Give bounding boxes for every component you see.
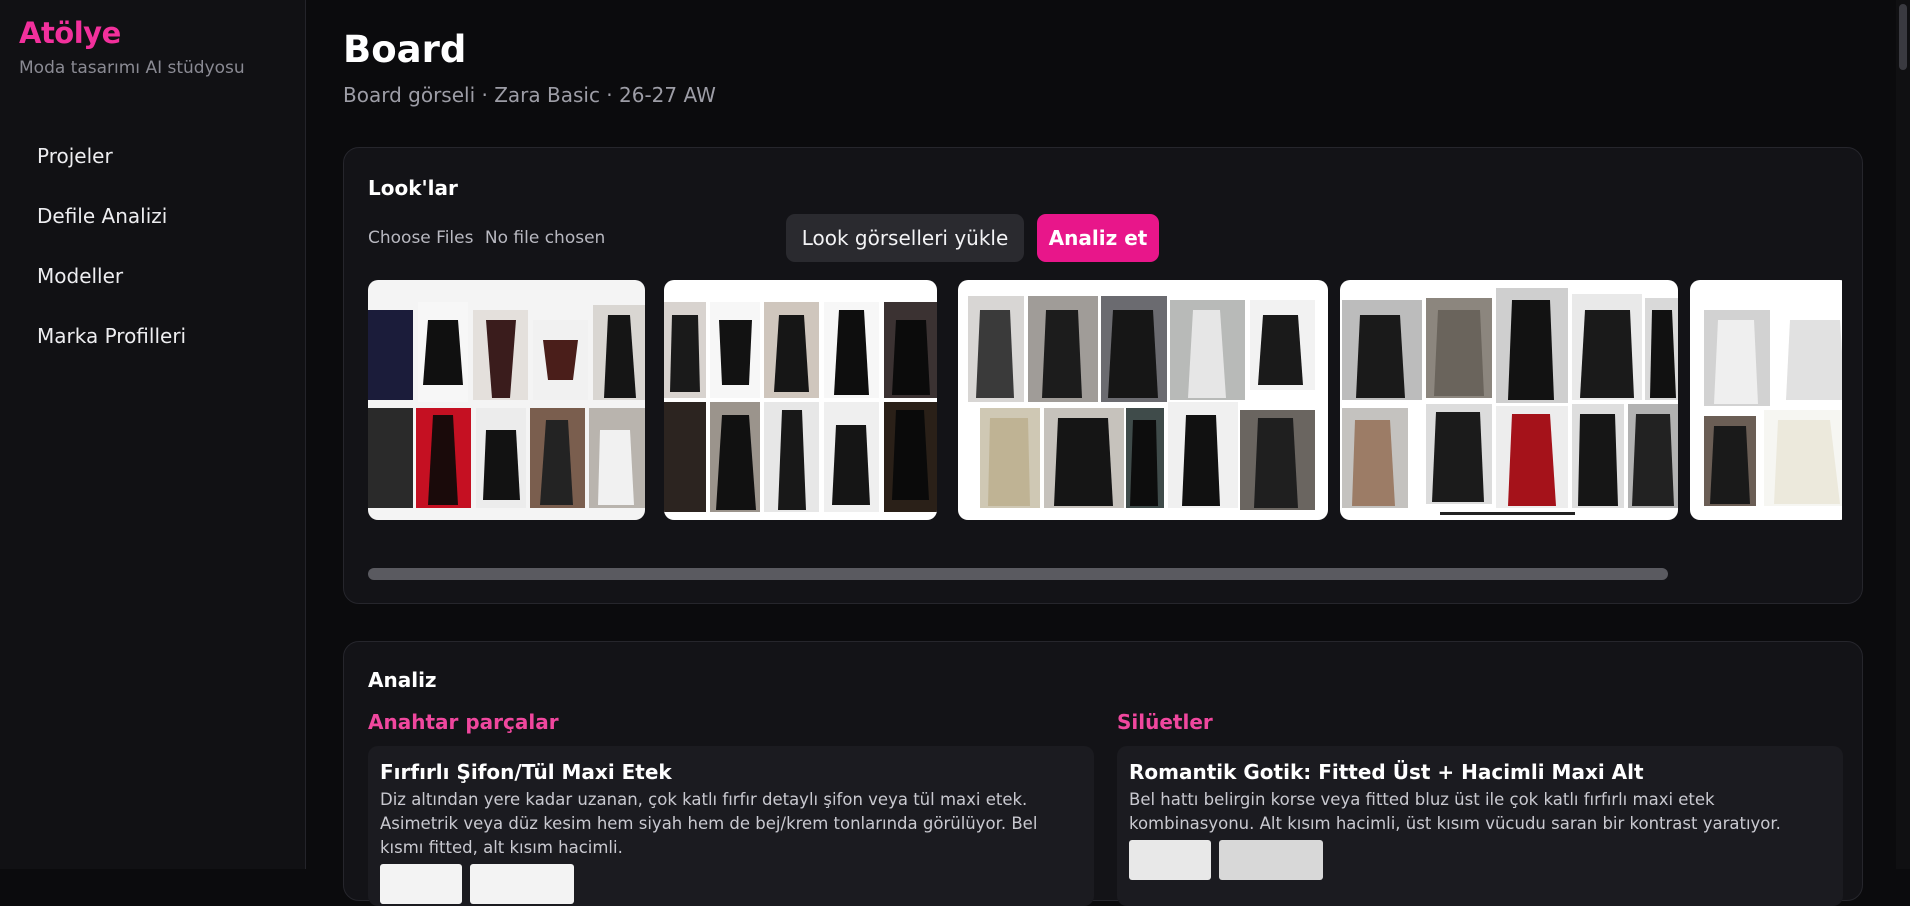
reference-thumbnail[interactable]: [380, 864, 462, 904]
analysis-card: Analiz Anahtar parçalar Fırfırlı Şifon/T…: [343, 641, 1863, 906]
look-thumbnail[interactable]: [664, 280, 937, 520]
file-input[interactable]: Choose Files No file chosen: [368, 228, 611, 248]
reference-thumbnail[interactable]: [1129, 840, 1211, 880]
looks-card: Look'lar Choose Files No file chosen Loo…: [343, 147, 1863, 604]
key-piece-title: Fırfırlı Şifon/Tül Maxi Etek: [380, 760, 672, 784]
reference-thumbnail[interactable]: [1219, 840, 1323, 880]
look-thumbnails: #0 #1: [368, 280, 1842, 520]
key-piece-card[interactable]: Fırfırlı Şifon/Tül Maxi Etek Diz altında…: [368, 746, 1094, 906]
brand-logo: Atölye: [19, 16, 121, 50]
silhouette-card[interactable]: Romantik Gotik: Fitted Üst + Hacimli Max…: [1117, 746, 1843, 906]
page-scrollbar-thumb[interactable]: [1899, 4, 1907, 70]
analyze-button[interactable]: Analiz et: [1037, 214, 1159, 262]
look-thumbnail[interactable]: [368, 280, 645, 520]
look-thumbnail[interactable]: [1690, 280, 1842, 520]
looks-horizontal-scrollbar[interactable]: [368, 568, 1668, 580]
sidebar: Atölye Moda tasarımı AI stüdyosu Projele…: [0, 0, 306, 869]
main-content: Board Board görseli · Zara Basic · 26-27…: [306, 0, 1910, 906]
sidebar-item-defile-analizi[interactable]: Defile Analizi: [37, 200, 186, 260]
reference-thumbnail[interactable]: [470, 864, 574, 904]
sidebar-item-projeler[interactable]: Projeler: [37, 140, 186, 200]
page-scrollbar[interactable]: [1896, 0, 1910, 869]
key-pieces-heading: Anahtar parçalar: [368, 710, 559, 734]
look-collage-image: [368, 302, 645, 508]
look-thumbnail[interactable]: [1340, 280, 1678, 520]
look-collage-image: [968, 296, 1315, 510]
page-subtitle: Board görseli · Zara Basic · 26-27 AW: [343, 83, 716, 107]
look-collage-image: [1342, 288, 1678, 515]
choose-files-button[interactable]: Choose Files: [368, 228, 473, 248]
sidebar-item-marka-profilleri[interactable]: Marka Profilleri: [37, 320, 186, 380]
file-status: No file chosen: [484, 228, 606, 248]
sidebar-nav: Projeler Defile Analizi Modeller Marka P…: [37, 140, 186, 380]
silhouette-title: Romantik Gotik: Fitted Üst + Hacimli Max…: [1129, 760, 1644, 784]
look-thumbnail[interactable]: [958, 280, 1328, 520]
key-piece-description: Diz altından yere kadar uzanan, çok katl…: [380, 790, 1038, 857]
look-collage-image: [664, 302, 937, 512]
sidebar-item-modeller[interactable]: Modeller: [37, 260, 186, 320]
upload-looks-button[interactable]: Look görselleri yükle: [786, 214, 1024, 262]
silhouette-description: Bel hattı belirgin korse veya fitted blu…: [1129, 790, 1781, 833]
analysis-title: Analiz: [368, 668, 437, 692]
brand-tagline: Moda tasarımı AI stüdyosu: [19, 58, 245, 78]
look-collage-image: [1704, 306, 1842, 506]
looks-title: Look'lar: [368, 176, 458, 200]
silhouettes-heading: Silüetler: [1117, 710, 1213, 734]
page-title: Board: [343, 28, 467, 71]
